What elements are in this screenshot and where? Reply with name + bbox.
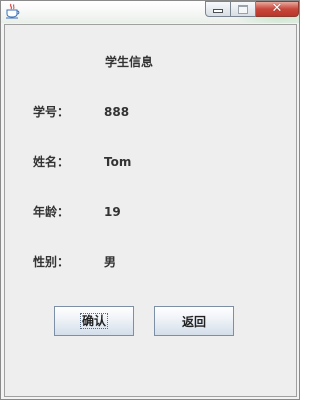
confirm-button-label: 确认	[79, 313, 108, 329]
window-controls: ✕	[205, 1, 299, 17]
title-bar[interactable]: ✕	[1, 1, 299, 23]
gender-label: 性别：	[33, 255, 70, 269]
name-value: Tom	[104, 155, 132, 169]
java-cup-icon[interactable]	[5, 3, 20, 19]
gender-value: 男	[104, 255, 117, 269]
student-info-window: ✕ 学生信息 学号： 888 姓名： Tom 年龄： 19 性别： 男 确认 返…	[0, 0, 300, 400]
minimize-button[interactable]	[205, 1, 231, 17]
age-label: 年龄：	[33, 205, 70, 219]
back-button[interactable]: 返回	[154, 306, 234, 336]
minimize-icon	[213, 9, 223, 13]
close-button[interactable]: ✕	[256, 1, 299, 17]
maximize-button[interactable]	[231, 1, 256, 17]
student-id-value: 888	[104, 105, 130, 119]
student-id-label: 学号：	[33, 105, 70, 119]
name-label: 姓名：	[33, 155, 70, 169]
back-button-label: 返回	[181, 314, 206, 329]
age-value: 19	[104, 205, 121, 219]
maximize-icon	[238, 4, 248, 14]
close-icon: ✕	[271, 1, 283, 16]
content-panel: 学生信息 学号： 888 姓名： Tom 年龄： 19 性别： 男 确认 返回	[4, 24, 297, 397]
form-title: 学生信息	[105, 55, 154, 69]
confirm-button[interactable]: 确认	[54, 306, 134, 336]
